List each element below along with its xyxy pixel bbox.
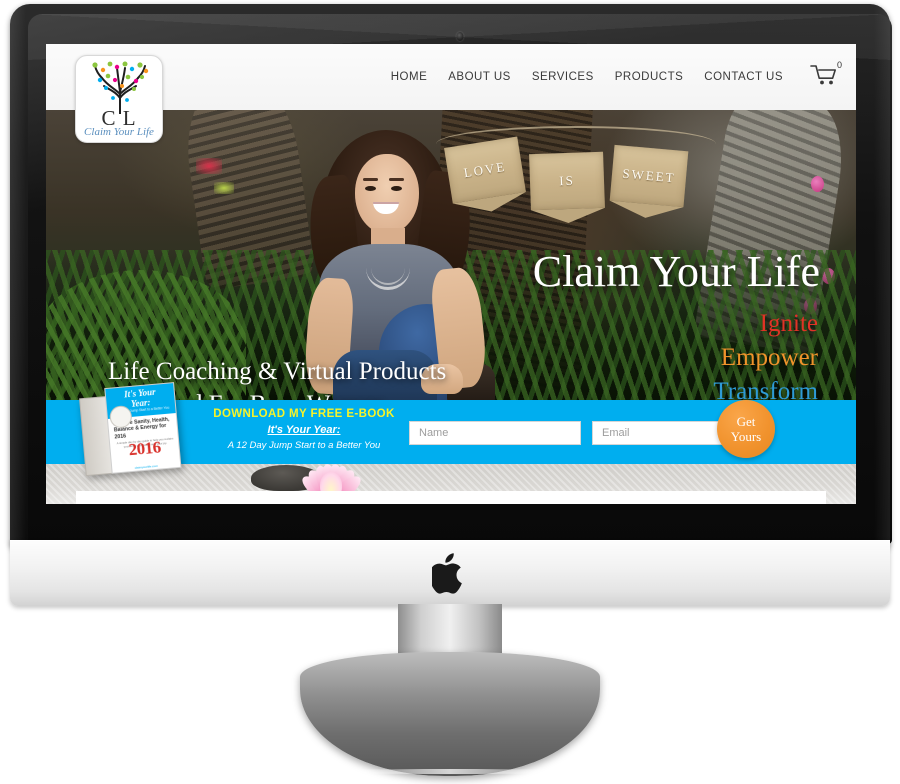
banner-flag-love: LOVE <box>444 136 526 204</box>
name-input[interactable] <box>409 421 581 445</box>
content-card <box>76 491 826 504</box>
optin-book-title: It's Your Year: <box>267 424 341 436</box>
burlap-banner: LOVE IS SWEET <box>436 122 716 214</box>
imac-stand-foot <box>300 652 600 776</box>
ebook-cover: It's Your Year: A 12 Day Jump Start to a… <box>104 382 182 474</box>
main-navigation: HOME ABOUT US SERVICES PRODUCTS CONTACT … <box>391 44 842 110</box>
cart-count-badge: 0 <box>836 60 842 70</box>
nav-item-home[interactable]: HOME <box>391 71 428 83</box>
red-blossom <box>196 158 222 174</box>
hero-keyword-empower: Empower <box>720 343 818 371</box>
logo-tagline: Claim Your Life <box>84 126 154 138</box>
optin-bar: It's Your Year: A 12 Day Jump Start to a… <box>46 382 856 477</box>
subject-eye <box>391 186 402 191</box>
pink-flower <box>811 176 824 192</box>
banner-flag-sweet: SWEET <box>609 144 689 208</box>
optin-headline: DOWNLOAD MY FREE E-BOOK <box>213 408 395 420</box>
optin-copy: DOWNLOAD MY FREE E-BOOK It's Your Year: … <box>209 408 399 451</box>
green-bud <box>214 182 234 194</box>
shopping-cart-icon <box>810 65 836 85</box>
apple-logo-icon <box>432 553 462 594</box>
optin-book-subtitle: A 12 Day Jump Start to a Better You <box>227 440 381 451</box>
browser-screen: HOME ABOUT US SERVICES PRODUCTS CONTACT … <box>46 44 856 504</box>
nav-item-about-us[interactable]: ABOUT US <box>448 71 511 83</box>
ebook-cover-url: claimyourlife.com <box>134 463 158 470</box>
nav-item-services[interactable]: SERVICES <box>532 71 594 83</box>
site-header: HOME ABOUT US SERVICES PRODUCTS CONTACT … <box>46 44 856 110</box>
hero-keyword-transform: Transform <box>713 377 818 401</box>
site-logo[interactable]: C L Claim Your Life <box>75 55 163 143</box>
hero-section: LOVE IS SWEET Claim Your Life Ignite Emp… <box>46 110 856 400</box>
get-yours-button[interactable]: Get Yours <box>717 400 775 458</box>
subject-brow <box>389 178 404 181</box>
hero-keyword-ignite: Ignite <box>759 310 818 337</box>
webcam-dot <box>456 32 464 41</box>
imac-chin <box>10 540 890 606</box>
banner-flag-is: IS <box>529 151 605 211</box>
get-yours-label-line-2: Yours <box>730 429 762 444</box>
subject-face <box>355 154 419 234</box>
screenshot-stage: HOME ABOUT US SERVICES PRODUCTS CONTACT … <box>0 0 900 784</box>
nav-item-products[interactable]: PRODUCTS <box>615 71 684 83</box>
subject-eye <box>365 186 376 191</box>
hero-title: Claim Your Life <box>532 247 820 296</box>
get-yours-label-line-1: Get <box>736 414 756 429</box>
hero-keywords: Ignite Empower Transform <box>713 307 818 400</box>
cart-button[interactable]: 0 <box>810 60 842 91</box>
subject-brow <box>363 178 378 181</box>
ebook-thumbnail: It's Your Year: A 12 Day Jump Start to a… <box>78 382 183 478</box>
nav-item-contact-us[interactable]: CONTACT US <box>704 71 783 83</box>
